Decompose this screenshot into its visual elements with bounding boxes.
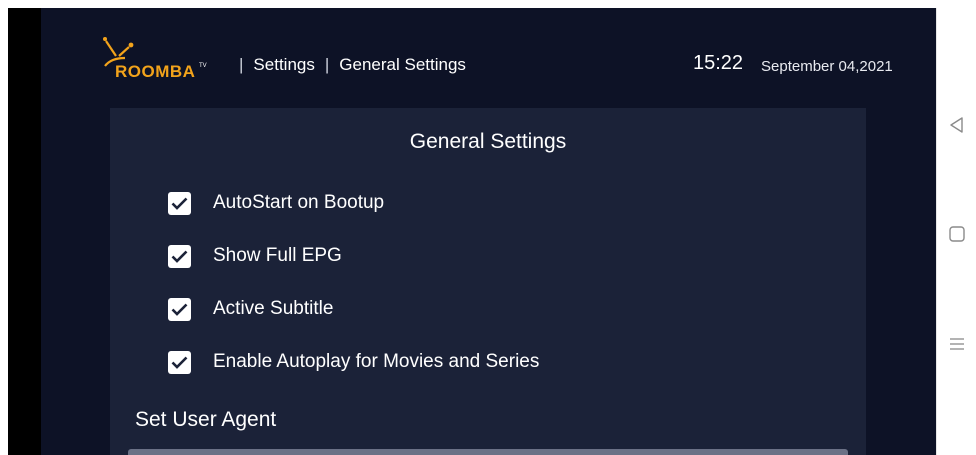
menu-icon <box>950 338 964 350</box>
home-icon <box>949 226 965 242</box>
user-agent-label: Set User Agent <box>135 408 277 431</box>
clock-date: September 04,2021 <box>761 58 893 75</box>
breadcrumb-separator: | <box>239 55 244 74</box>
option-label: AutoStart on Bootup <box>213 192 385 213</box>
active-subtitle-checkbox[interactable] <box>168 297 191 321</box>
breadcrumb-general-settings: General Settings <box>339 55 466 74</box>
brand-name: ROOMBA <box>115 62 195 82</box>
full-epg-checkbox[interactable] <box>168 244 191 268</box>
option-label: Active Subtitle <box>213 298 334 319</box>
left-edge <box>0 8 8 455</box>
breadcrumb-settings[interactable]: Settings <box>253 55 314 75</box>
brand-trademark: TV <box>199 63 207 69</box>
checkmark-icon <box>171 197 188 210</box>
autoplay-checkbox[interactable] <box>168 350 191 374</box>
autostart-checkbox[interactable] <box>168 191 191 215</box>
left-black-bar <box>8 8 41 455</box>
back-button[interactable] <box>937 105 976 145</box>
status-strip <box>0 0 976 8</box>
breadcrumb: | Settings | General Settings <box>229 55 466 75</box>
panel-title: General Settings <box>409 130 567 153</box>
user-agent-input[interactable] <box>128 449 848 455</box>
app-window: ROOMBA TV | Settings | General Settings … <box>41 8 936 455</box>
option-label: Show Full EPG <box>213 245 342 266</box>
clock-time: 15:22 <box>693 52 744 74</box>
settings-panel: General Settings AutoStart on Bootup Sho… <box>110 108 866 455</box>
screen: ROOMBA TV | Settings | General Settings … <box>0 0 976 455</box>
breadcrumb-separator: | <box>324 55 330 74</box>
option-full-epg[interactable]: Show Full EPG <box>168 244 342 268</box>
back-icon <box>950 117 963 133</box>
roomba-logo: ROOMBA TV <box>101 36 211 86</box>
checkmark-icon <box>171 303 188 316</box>
brand-text: ROOMBA <box>115 62 196 81</box>
checkmark-icon <box>171 356 188 369</box>
recents-button[interactable] <box>937 324 976 364</box>
option-label: Enable Autoplay for Movies and Series <box>213 351 540 372</box>
system-nav-bar <box>936 8 976 455</box>
option-autoplay[interactable]: Enable Autoplay for Movies and Series <box>168 350 539 374</box>
option-autostart[interactable]: AutoStart on Bootup <box>168 191 384 215</box>
option-active-subtitle[interactable]: Active Subtitle <box>168 297 333 321</box>
checkmark-icon <box>171 250 188 263</box>
home-button[interactable] <box>937 214 976 254</box>
